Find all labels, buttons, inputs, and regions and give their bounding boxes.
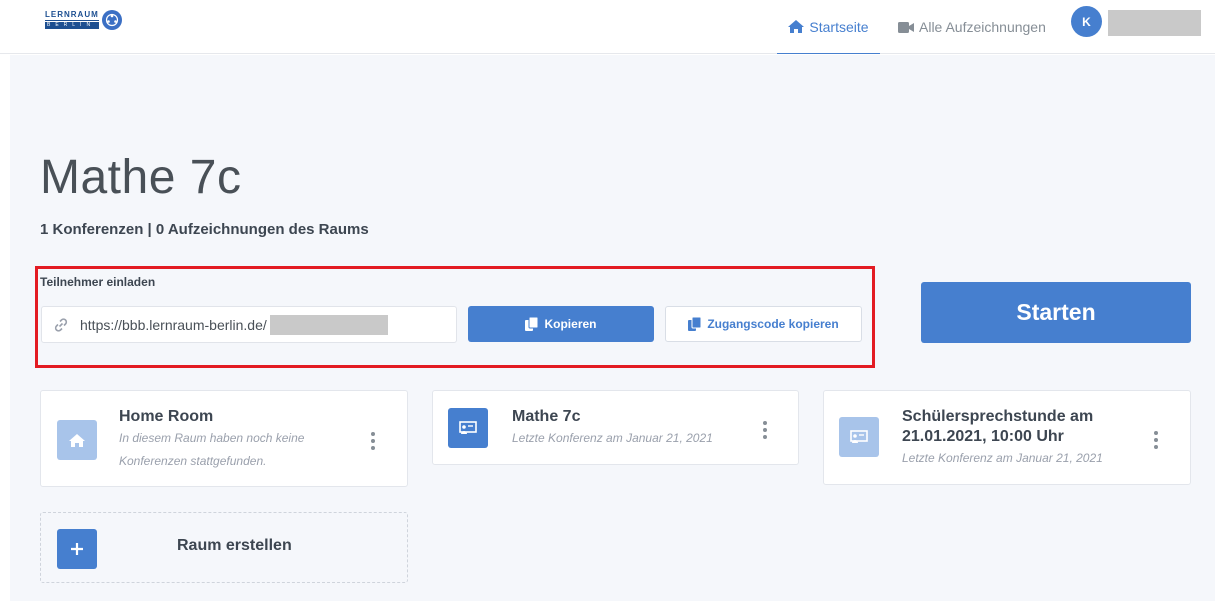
home-icon xyxy=(57,420,97,460)
invite-url-field[interactable]: https://bbb.lernraum-berlin.de/ xyxy=(41,306,457,343)
presentation-icon xyxy=(448,408,488,448)
room-card-title: Home Room xyxy=(119,408,214,425)
link-icon xyxy=(54,317,68,332)
globe-icon xyxy=(101,10,122,30)
start-button[interactable]: Starten xyxy=(921,282,1191,343)
home-icon xyxy=(788,20,805,33)
more-options-icon[interactable] xyxy=(371,432,375,450)
plus-icon xyxy=(57,529,97,569)
more-options-icon[interactable] xyxy=(1154,431,1158,449)
user-name-redacted[interactable] xyxy=(1108,10,1201,36)
copy-access-code-button[interactable]: Zugangscode kopieren xyxy=(665,306,862,342)
room-card-title: 21.01.2021, 10:00 Uhr xyxy=(902,428,1064,445)
copy-icon xyxy=(688,317,702,331)
nav-alle-aufzeichnungen[interactable]: Alle Aufzeichnungen xyxy=(898,0,1046,54)
create-room-card[interactable]: Raum erstellen xyxy=(40,512,408,583)
room-card-home-room[interactable]: Home Room In diesem Raum haben noch kein… xyxy=(40,390,408,487)
nav-startseite-label: Startseite xyxy=(809,18,869,35)
top-navbar: LERNRAUM BERLIN Startseite Alle Aufzeich… xyxy=(0,0,1215,54)
copy-access-code-label: Zugangscode kopieren xyxy=(707,317,839,331)
room-stats: 1 Konferenzen | 0 Aufzeichnungen des Rau… xyxy=(40,221,369,238)
room-card-desc: Konferenzen stattgefunden. xyxy=(119,454,267,468)
presentation-icon xyxy=(839,417,879,457)
nav-startseite[interactable]: Startseite xyxy=(777,0,880,54)
copy-icon xyxy=(525,317,539,331)
room-card-mathe-7c[interactable]: Mathe 7c Letzte Konferenz am Januar 21, … xyxy=(432,390,799,465)
lernraum-logo[interactable]: LERNRAUM BERLIN xyxy=(45,10,122,30)
url-redacted xyxy=(269,314,388,335)
invite-label: Teilnehmer einladen xyxy=(40,275,156,289)
user-avatar[interactable]: K xyxy=(1071,6,1102,37)
room-title: Mathe 7c xyxy=(40,151,242,204)
room-card-desc: In diesem Raum haben noch keine xyxy=(119,431,305,445)
logo-text: LERNRAUM xyxy=(45,10,99,21)
room-card-desc: Letzte Konferenz am Januar 21, 2021 xyxy=(512,431,713,445)
nav-alle-aufzeichnungen-label: Alle Aufzeichnungen xyxy=(919,19,1046,35)
room-card-title: Mathe 7c xyxy=(512,408,581,425)
video-camera-icon xyxy=(898,21,914,33)
more-options-icon[interactable] xyxy=(763,421,767,439)
logo-subtext: BERLIN xyxy=(45,22,99,29)
copy-button-label: Kopieren xyxy=(544,317,597,331)
invite-url-text: https://bbb.lernraum-berlin.de/ xyxy=(80,316,267,333)
room-card-desc: Letzte Konferenz am Januar 21, 2021 xyxy=(902,451,1103,465)
room-card-schuelersprechstunde[interactable]: Schülersprechstunde am 21.01.2021, 10:00… xyxy=(823,390,1191,485)
room-card-title: Schülersprechstunde am xyxy=(902,408,1094,425)
copy-button[interactable]: Kopieren xyxy=(468,306,654,342)
create-room-label: Raum erstellen xyxy=(177,537,292,554)
